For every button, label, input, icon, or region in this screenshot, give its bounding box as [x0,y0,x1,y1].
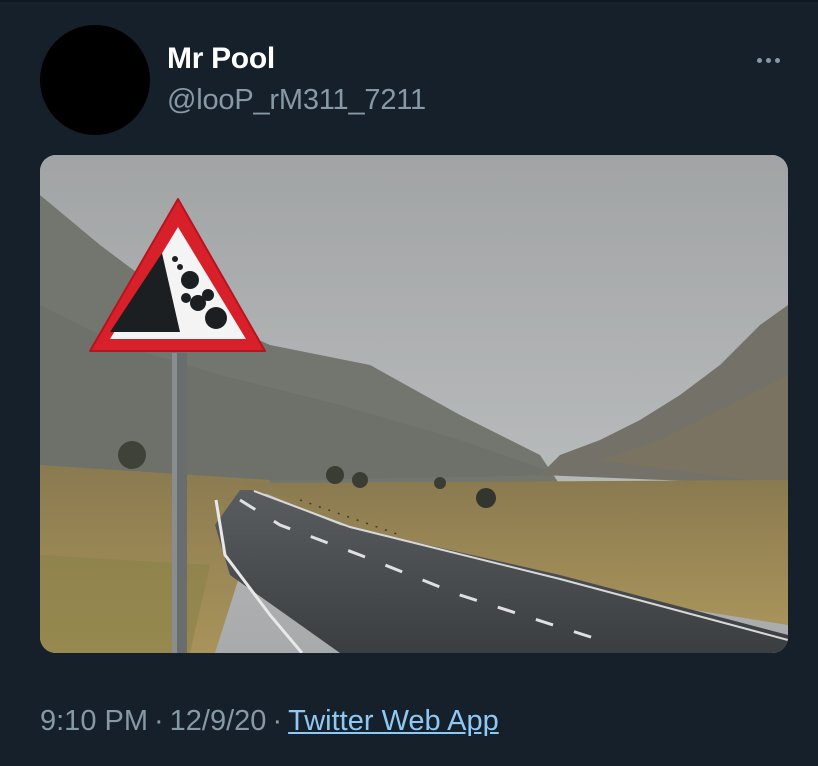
author-display-name[interactable]: Mr Pool [167,42,275,76]
tweet-card: Mr Pool @looP_rM311_7211 9:10 PM · 12/9/… [0,0,818,766]
tweet-timestamp-row: 9:10 PM · 12/9/20 · Twitter Web App [40,705,499,738]
top-divider [0,0,818,2]
avatar[interactable] [40,25,150,135]
more-dot [774,57,780,63]
more-dot [765,57,771,63]
separator: · [154,705,164,737]
author-handle[interactable]: @looP_rM311_7211 [167,84,426,117]
tweet-media-photo[interactable] [40,155,788,653]
more-options-button[interactable] [748,46,788,74]
tweet-date[interactable]: 12/9/20 [170,705,267,737]
more-horizontal-icon [756,57,762,63]
tweet-time[interactable]: 9:10 PM [40,705,148,737]
separator: · [272,705,283,737]
landscape-photo [40,155,788,653]
tweet-source-link[interactable]: Twitter Web App [288,705,499,737]
